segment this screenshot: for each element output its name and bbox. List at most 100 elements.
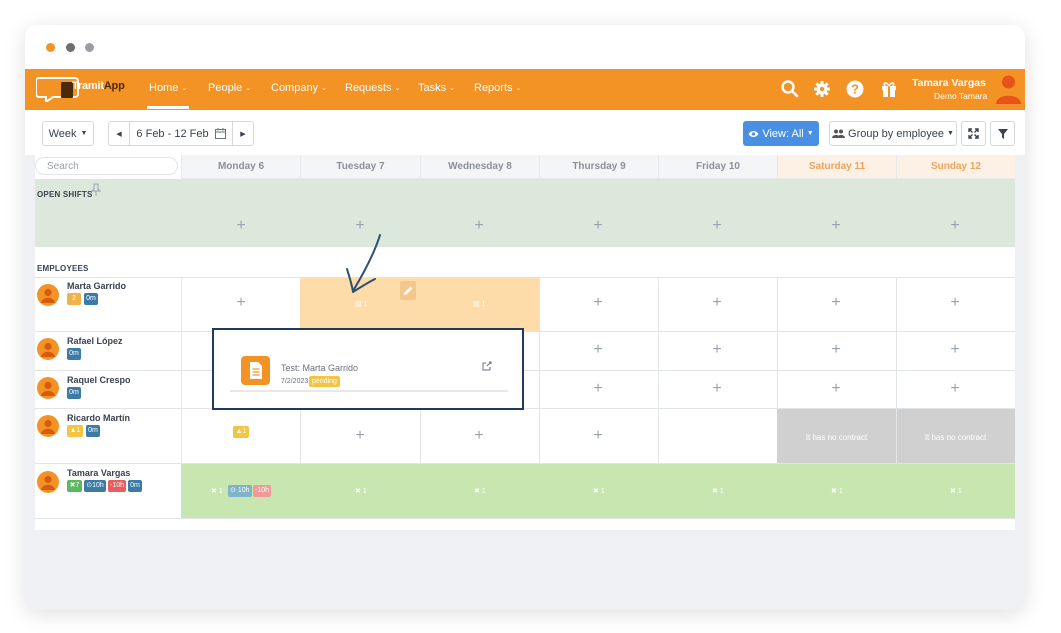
add-shift-button[interactable]: +	[709, 295, 725, 311]
user-avatar[interactable]	[995, 71, 1022, 104]
row-divider	[35, 518, 1015, 519]
add-shift-button[interactable]: +	[233, 295, 249, 311]
add-open-shift-button[interactable]: +	[828, 218, 844, 234]
nav-item-requests[interactable]: Requests ⌄	[345, 82, 400, 94]
caret-left-icon: ◀	[116, 130, 122, 138]
pin-icon[interactable]	[91, 183, 101, 197]
window-dot-close[interactable]	[46, 43, 55, 52]
badge-value: 0m	[130, 482, 140, 489]
employee-badge: ▲1	[67, 425, 83, 437]
shift-count-value: 1	[481, 301, 486, 308]
add-open-shift-button[interactable]: +	[471, 218, 487, 234]
add-shift-button[interactable]: +	[709, 381, 725, 397]
employee-badge: 0m	[86, 425, 100, 437]
caret-down-icon: ▼	[80, 130, 88, 137]
pencil-icon	[404, 286, 413, 295]
day-label: Monday 6	[217, 161, 265, 172]
chevron-down-icon: ⌄	[394, 85, 401, 92]
no-contract-label: It has no contract	[924, 433, 987, 442]
user-company: Demo Tamara	[934, 91, 988, 101]
schedule-toolbar: Week ▼ ◀ 6 Feb - 12 Feb ▶ View: All ▼ Grou…	[25, 110, 1025, 155]
nav-active-indicator	[147, 106, 189, 109]
day-header-friday: Friday 10	[658, 155, 777, 179]
gear-icon[interactable]	[812, 79, 832, 99]
shift-count-tamara: ✖ 1	[712, 488, 724, 495]
date-range-picker[interactable]: 6 Feb - 12 Feb	[129, 121, 233, 146]
edit-shift-button[interactable]	[400, 281, 416, 300]
add-open-shift-button[interactable]: +	[709, 218, 725, 234]
window-dot-minimize[interactable]	[66, 43, 75, 52]
add-shift-button[interactable]: +	[828, 295, 844, 311]
employees-section-label: EMPLOYEES	[37, 264, 89, 273]
add-shift-button[interactable]: +	[590, 342, 606, 358]
shift-count-marta-tue: ▤ 1	[355, 301, 368, 308]
open-shifts-row: OPEN SHIFTS + + + + + + +	[35, 179, 1015, 247]
day-label: Thursday 9	[572, 161, 626, 172]
add-shift-button[interactable]: +	[590, 428, 606, 444]
open-shifts-label: OPEN SHIFTS	[37, 190, 93, 199]
employee-badge: ✖7	[67, 480, 82, 492]
fullscreen-button[interactable]	[961, 121, 986, 146]
employee-avatar	[37, 377, 59, 399]
chevron-down-icon: ⌄	[321, 85, 327, 92]
next-week-button[interactable]: ▶	[232, 121, 254, 146]
view-filter-label: View: All	[762, 127, 804, 140]
prev-week-button[interactable]: ◀	[108, 121, 130, 146]
add-shift-button[interactable]: +	[590, 381, 606, 397]
badge-value: 0m	[86, 295, 96, 302]
grid-divider	[181, 203, 182, 247]
employee-badge: 0m	[128, 480, 142, 492]
gift-icon[interactable]	[879, 79, 899, 99]
employee-name[interactable]: Marta Garrido	[67, 281, 126, 291]
logo-text: TramitApp	[72, 80, 125, 92]
group-by-label: Group by employee	[848, 127, 945, 140]
nav-label: Company	[271, 82, 319, 94]
add-open-shift-button[interactable]: +	[590, 218, 606, 234]
user-name[interactable]: Tamara Vargas	[912, 77, 986, 89]
group-by-dropdown[interactable]: Group by employee ▼	[829, 121, 957, 146]
add-shift-button[interactable]: +	[947, 342, 963, 358]
nav-item-company[interactable]: Company ⌄	[271, 82, 327, 94]
shift-count-tamara: ✖ 1	[355, 488, 367, 495]
shift-block-marta[interactable]	[300, 278, 539, 331]
add-shift-button[interactable]: +	[947, 381, 963, 397]
add-shift-button[interactable]: +	[947, 295, 963, 311]
range-mode-dropdown[interactable]: Week ▼	[42, 121, 94, 146]
users-icon	[832, 129, 846, 138]
employee-name[interactable]: Tamara Vargas	[67, 468, 130, 478]
employee-search-input[interactable]: Search	[35, 157, 178, 175]
shift-count-value: 1	[957, 488, 962, 495]
external-link-icon[interactable]	[482, 361, 492, 371]
task-count: 1	[242, 428, 247, 435]
employee-name[interactable]: Raquel Crespo	[67, 375, 131, 385]
add-shift-button[interactable]: +	[471, 428, 487, 444]
shift-count-marta-wed: ▤ 1	[473, 301, 486, 308]
task-badge-ricardo-mon[interactable]: ▲1	[233, 426, 249, 438]
nav-item-tasks[interactable]: Tasks ⌄	[418, 82, 455, 94]
badge-value: 0m	[88, 427, 98, 434]
employee-name[interactable]: Rafael López	[67, 336, 123, 346]
browser-window: TramitApp Home ⌄ People ⌄ Company ⌄ Request…	[25, 25, 1025, 610]
help-icon[interactable]: ?	[845, 79, 865, 99]
filter-button[interactable]	[990, 121, 1015, 146]
add-open-shift-button[interactable]: +	[233, 218, 249, 234]
add-shift-button[interactable]: +	[828, 342, 844, 358]
add-shift-button[interactable]: +	[709, 342, 725, 358]
shift-count-tamara-mon: ✖ 1	[211, 488, 223, 495]
nav-item-home[interactable]: Home ⌄	[149, 82, 187, 94]
shift-count-tamara: ✖ 1	[831, 488, 843, 495]
shift-count-tamara: ✖ 1	[950, 488, 962, 495]
window-dot-maximize[interactable]	[85, 43, 94, 52]
request-popup[interactable]: Test: Marta Garrido 7/2/2023 pending	[212, 328, 524, 410]
search-icon[interactable]	[780, 79, 800, 99]
eye-icon	[748, 130, 759, 137]
add-shift-button[interactable]: +	[590, 295, 606, 311]
nav-item-people[interactable]: People ⌄	[208, 82, 251, 94]
nav-item-reports[interactable]: Reports ⌄	[474, 82, 521, 94]
employee-name[interactable]: Ricardo Martín	[67, 413, 130, 423]
view-filter-dropdown[interactable]: View: All ▼	[743, 121, 819, 146]
shift-count-value: 1	[362, 488, 367, 495]
add-open-shift-button[interactable]: +	[947, 218, 963, 234]
add-shift-button[interactable]: +	[828, 381, 844, 397]
add-shift-button[interactable]: +	[352, 428, 368, 444]
